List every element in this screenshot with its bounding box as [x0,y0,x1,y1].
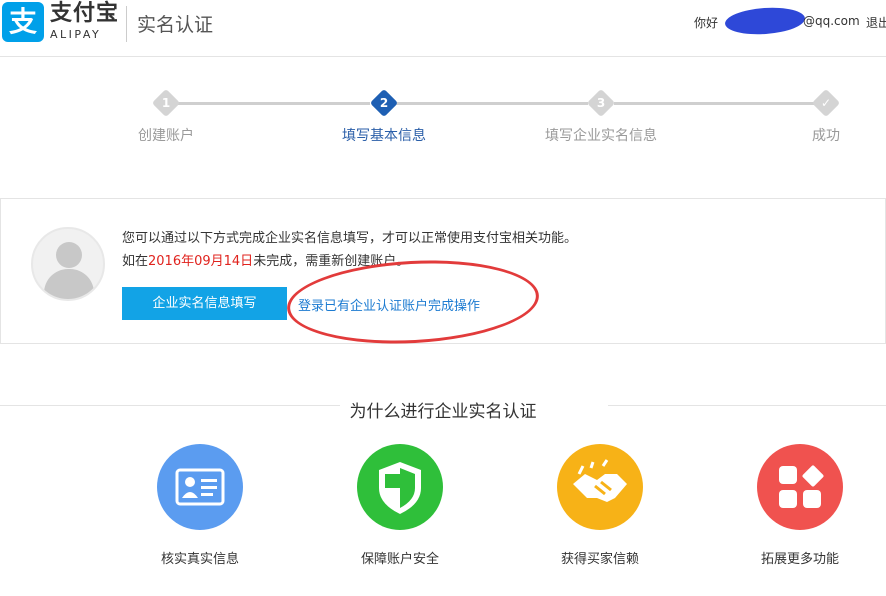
feature-label: 保障账户安全 [360,552,439,567]
step-4-label: 成功 [812,128,840,144]
step-2-number: 2 [379,96,389,110]
handshake-icon [557,444,643,530]
step-connector [396,102,588,105]
step-connector [614,102,814,105]
alipay-logo-icon: 支 [2,2,44,42]
user-email-domain: @qq.com [803,14,860,28]
progress-steps: 1 创建账户 2 填写基本信息 3 填写企业实名信息 ✓ 成功 [0,85,886,155]
step-1-number: 1 [161,96,171,110]
step-1-label: 创建账户 [138,128,194,144]
step-3-label: 填写企业实名信息 [545,128,657,144]
logo-english-text: ALIPAY [50,28,102,41]
step-3-number: 3 [596,96,606,110]
feature-more-functions: 拓展更多功能 [740,444,860,567]
feature-label: 拓展更多功能 [760,552,839,567]
feature-buyer-trust: 获得买家信赖 [540,444,660,567]
user-silhouette-icon [56,242,82,268]
avatar [31,227,105,301]
feature-label: 核实真实信息 [160,552,239,567]
alipay-logo[interactable]: 支 支付宝 ALIPAY [2,2,119,42]
check-icon: ✓ [820,96,832,110]
id-card-icon [157,444,243,530]
feature-label: 获得买家信赖 [560,552,639,567]
greeting-text: 你好 [694,16,719,30]
apps-icon [757,444,843,530]
top-header: 支 支付宝 ALIPAY 实名认证 你好 @qq.com 退出 [0,0,886,57]
header-divider [126,6,127,42]
fill-enterprise-info-button[interactable]: 企业实名信息填写 [122,287,287,320]
page-title: 实名认证 [137,14,214,36]
feature-verify-info: 核实真实信息 [140,444,260,567]
step-connector [178,102,370,105]
redacted-username [724,5,806,37]
deadline-date: 2016年09月14日 [148,254,254,269]
logo-chinese-text: 支付宝 [50,1,120,26]
step-2-label: 填写基本信息 [342,128,426,144]
shield-icon [357,444,443,530]
verification-info-panel: 您可以通过以下方式完成企业实名信息填写，才可以正常使用支付宝相关功能。 如在20… [0,198,886,350]
feature-account-security: 保障账户安全 [340,444,460,567]
why-section-title: 为什么进行企业实名认证 [0,397,886,422]
info-description: 您可以通过以下方式完成企业实名信息填写，才可以正常使用支付宝相关功能。 [122,231,578,246]
logout-link[interactable]: 退出 [866,14,886,31]
